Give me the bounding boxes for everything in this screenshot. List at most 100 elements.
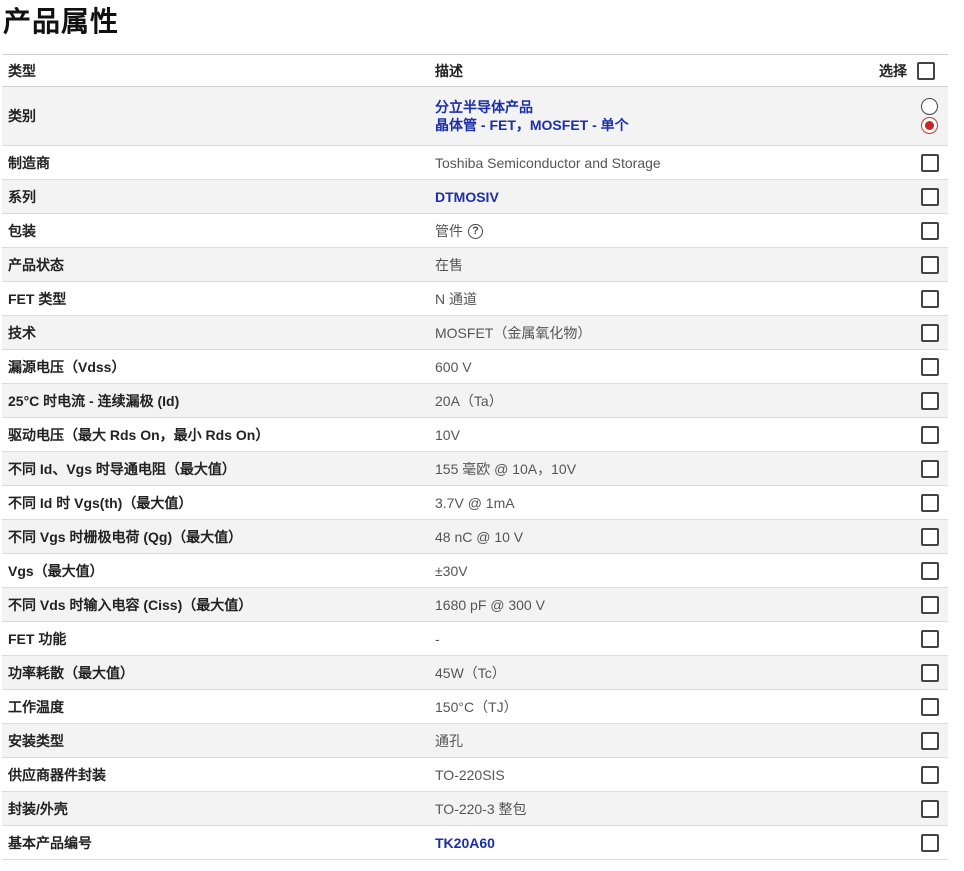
table-row-category: 类别 分立半导体产品 晶体管 - FET，MOSFET - 单个 xyxy=(2,86,948,146)
row-checkbox[interactable] xyxy=(920,357,939,376)
category-radio-discrete[interactable] xyxy=(921,98,938,115)
row-value: 150°C（TJ） xyxy=(435,698,518,715)
category-link-mosfet-single[interactable]: 晶体管 - FET，MOSFET - 单个 xyxy=(435,116,905,134)
row-label: Vgs（最大值） xyxy=(8,562,104,579)
row-label: FET 类型 xyxy=(8,290,67,307)
row-checkbox[interactable] xyxy=(920,493,939,512)
row-value: MOSFET（金属氧化物） xyxy=(435,324,592,341)
series-link[interactable]: DTMOSIV xyxy=(435,189,499,205)
category-radio-mosfet-single[interactable] xyxy=(921,117,938,134)
table-row: 产品状态 在售 xyxy=(2,247,948,282)
row-label: 驱动电压（最大 Rds On，最小 Rds On） xyxy=(8,426,270,443)
row-label: 供应商器件封装 xyxy=(8,766,106,783)
table-row: 25°C 时电流 - 连续漏极 (Id) 20A（Ta） xyxy=(2,383,948,418)
row-label: 不同 Id、Vgs 时导通电阻（最大值） xyxy=(8,460,236,477)
row-checkbox[interactable] xyxy=(920,629,939,648)
row-value: Toshiba Semiconductor and Storage xyxy=(435,154,661,171)
row-checkbox[interactable] xyxy=(920,595,939,614)
row-value: N 通道 xyxy=(435,290,477,307)
row-checkbox[interactable] xyxy=(920,425,939,444)
row-checkbox[interactable] xyxy=(920,289,939,308)
row-label: 25°C 时电流 - 连续漏极 (Id) xyxy=(8,392,180,409)
row-checkbox[interactable] xyxy=(920,663,939,682)
row-checkbox[interactable] xyxy=(920,527,939,546)
row-label: 不同 Vds 时输入电容 (Ciss)（最大值） xyxy=(8,596,253,613)
select-all-checkbox[interactable] xyxy=(917,61,935,80)
table-row: 基本产品编号 TK20A60 xyxy=(2,825,948,860)
page-title: 产品属性 xyxy=(3,6,120,37)
row-checkbox[interactable] xyxy=(920,459,939,478)
row-label: 封装/外壳 xyxy=(8,800,68,817)
table-row: FET 功能 - xyxy=(2,621,948,656)
row-label: 包装 xyxy=(8,222,36,239)
table-row: 技术 MOSFET（金属氧化物） xyxy=(2,315,948,350)
row-checkbox[interactable] xyxy=(920,153,939,172)
question-help-icon[interactable]: ? xyxy=(468,224,483,240)
table-row: 不同 Id 时 Vgs(th)（最大值） 3.7V @ 1mA xyxy=(2,485,948,520)
table-row: 不同 Id、Vgs 时导通电阻（最大值） 155 毫欧 @ 10A，10V xyxy=(2,451,948,486)
row-label: 漏源电压（Vdss） xyxy=(8,358,126,375)
row-checkbox[interactable] xyxy=(920,323,939,342)
row-value: 10V xyxy=(435,426,460,443)
row-value: TO-220SIS xyxy=(435,766,505,783)
table-row: 安装类型 通孔 xyxy=(2,723,948,758)
column-header-type: 类型 xyxy=(2,54,429,87)
row-label: 产品状态 xyxy=(8,256,64,273)
category-values: 分立半导体产品 晶体管 - FET，MOSFET - 单个 xyxy=(429,87,911,146)
table-row: 不同 Vgs 时栅极电荷 (Qg)（最大值） 48 nC @ 10 V xyxy=(2,519,948,554)
row-value-cell: DTMOSIV xyxy=(429,180,911,214)
product-attributes-table: 类型 描述 选择 类别 分立半导体产品 晶体管 - FET，MOSFET - 单… xyxy=(2,54,948,860)
row-value: 45W（Tc） xyxy=(435,664,506,681)
row-label: 安装类型 xyxy=(8,732,64,749)
row-label: 制造商 xyxy=(8,154,50,171)
row-value: 600 V xyxy=(435,358,472,375)
category-link-discrete[interactable]: 分立半导体产品 xyxy=(435,98,905,116)
row-checkbox[interactable] xyxy=(920,391,939,410)
row-value: TO-220-3 整包 xyxy=(435,800,527,817)
table-row: 漏源电压（Vdss） 600 V xyxy=(2,349,948,384)
table-row: FET 类型 N 通道 xyxy=(2,281,948,316)
row-label: 基本产品编号 xyxy=(8,834,92,851)
table-row: Vgs（最大值） ±30V xyxy=(2,553,948,588)
row-checkbox[interactable] xyxy=(920,833,939,852)
row-value: 1680 pF @ 300 V xyxy=(435,596,545,613)
row-checkbox[interactable] xyxy=(920,187,939,206)
row-value-cell: TK20A60 xyxy=(429,826,911,860)
row-value: - xyxy=(435,630,440,647)
table-row: 系列 DTMOSIV xyxy=(2,179,948,214)
row-label: 系列 xyxy=(8,188,36,205)
row-value: 在售 xyxy=(435,256,463,273)
row-checkbox[interactable] xyxy=(920,697,939,716)
category-radio-cell xyxy=(911,87,948,146)
table-row: 驱动电压（最大 Rds On，最小 Rds On） 10V xyxy=(2,417,948,452)
row-label: FET 功能 xyxy=(8,630,67,647)
row-checkbox[interactable] xyxy=(920,255,939,274)
column-header-select: 选择 xyxy=(851,54,911,87)
base-part-number-link[interactable]: TK20A60 xyxy=(435,835,495,851)
row-value: 3.7V @ 1mA xyxy=(435,494,515,511)
row-checkbox[interactable] xyxy=(920,799,939,818)
table-row: 工作温度 150°C（TJ） xyxy=(2,689,948,724)
table-row: 封装/外壳 TO-220-3 整包 xyxy=(2,791,948,826)
row-value-cell: 管件? xyxy=(429,214,911,248)
table-row: 制造商 Toshiba Semiconductor and Storage xyxy=(2,145,948,180)
table-row: 包装 管件? xyxy=(2,213,948,248)
row-checkbox[interactable] xyxy=(920,561,939,580)
row-value: 通孔 xyxy=(435,732,463,749)
row-value: 管件 xyxy=(435,222,463,239)
row-checkbox[interactable] xyxy=(920,765,939,784)
row-checkbox[interactable] xyxy=(920,221,939,240)
table-row: 不同 Vds 时输入电容 (Ciss)（最大值） 1680 pF @ 300 V xyxy=(2,587,948,622)
row-label: 不同 Id 时 Vgs(th)（最大值） xyxy=(8,494,193,511)
row-label: 不同 Vgs 时栅极电荷 (Qg)（最大值） xyxy=(8,528,243,545)
row-value: 20A（Ta） xyxy=(435,392,503,409)
column-header-description: 描述 xyxy=(429,54,851,87)
select-all-cell xyxy=(911,54,948,87)
row-value: 155 毫欧 @ 10A，10V xyxy=(435,460,577,477)
row-checkbox[interactable] xyxy=(920,731,939,750)
table-header-row: 类型 描述 选择 xyxy=(2,54,948,87)
row-label: 工作温度 xyxy=(8,698,64,715)
row-label: 功率耗散（最大值） xyxy=(8,664,134,681)
table-row: 功率耗散（最大值） 45W（Tc） xyxy=(2,655,948,690)
row-value: ±30V xyxy=(435,562,468,579)
